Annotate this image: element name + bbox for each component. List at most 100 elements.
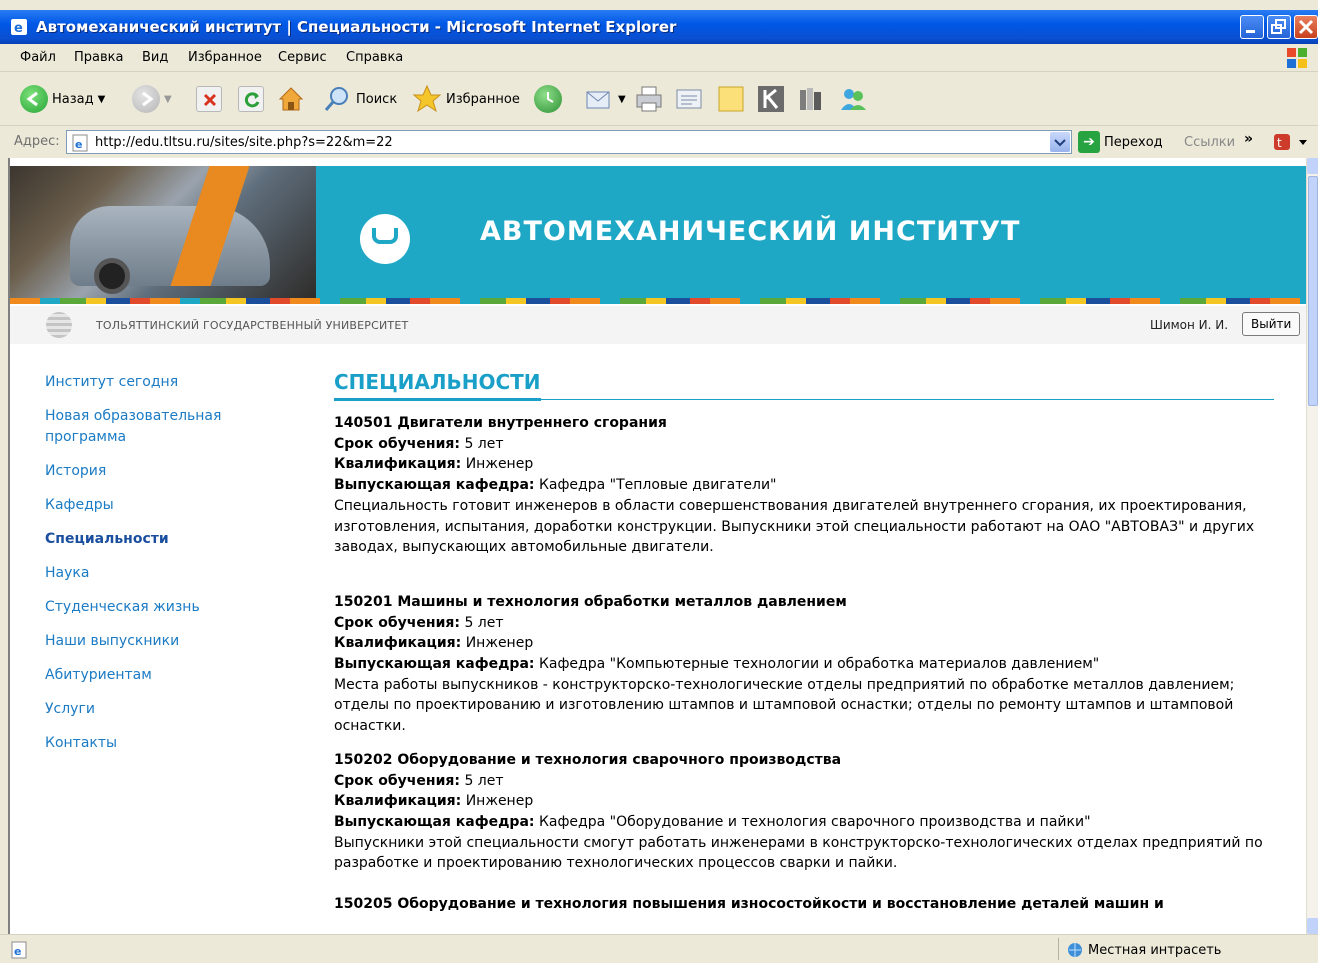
messenger-button[interactable] (838, 84, 868, 114)
window-title: Автомеханический институт | Специальност… (36, 18, 677, 36)
menu-edit[interactable]: Правка (74, 50, 123, 65)
department-value: Кафедра "Оборудование и технология сваро… (538, 813, 1091, 830)
minimize-button[interactable] (1240, 15, 1264, 39)
search-button[interactable]: Поиск (322, 84, 397, 114)
forward-dropdown-icon[interactable]: ▼ (164, 94, 172, 105)
favorites-label: Избранное (446, 91, 520, 107)
university-name: ТОЛЬЯТТИНСКИЙ ГОСУДАРСТВЕННЫЙ УНИВЕРСИТЕ… (96, 319, 409, 332)
specialty-item: 150202 Оборудование и технология сварочн… (334, 750, 1279, 874)
sidebar-item-specialties[interactable]: Специальности (45, 529, 295, 550)
stop-button[interactable] (196, 84, 222, 114)
address-input[interactable]: e http://edu.tltsu.ru/sites/site.php?s=2… (66, 130, 1072, 154)
sidebar-nav: Институт сегодня Новая образовательная п… (45, 372, 295, 767)
menu-help[interactable]: Справка (346, 50, 403, 65)
home-button[interactable] (276, 84, 306, 114)
mail-icon (586, 91, 610, 109)
qualification-label: Квалификация: (334, 635, 462, 652)
menu-view[interactable]: Вид (142, 50, 168, 65)
print-button[interactable] (634, 84, 664, 114)
scroll-thumb[interactable] (1308, 176, 1318, 406)
edit-button[interactable] (674, 84, 704, 114)
scroll-down-icon[interactable] (1307, 918, 1318, 934)
page-title: СПЕЦИАЛЬНОСТИ (334, 370, 541, 401)
k-button[interactable] (756, 84, 786, 114)
site-banner: АВТОМЕХАНИЧЕСКИЙ ИНСТИТУТ (10, 166, 1306, 302)
research-button[interactable] (796, 84, 826, 114)
favorites-button[interactable]: Избранное (412, 84, 520, 114)
go-arrow-icon: ➔ (1078, 131, 1100, 153)
sidebar-item-applicants[interactable]: Абитуриентам (45, 665, 295, 686)
mail-dropdown-icon[interactable]: ▼ (618, 94, 626, 105)
department-value: Кафедра "Тепловые двигатели" (538, 477, 777, 494)
history-button[interactable] (534, 84, 562, 114)
main-content: СПЕЦИАЛЬНОСТИ 140501 Двигатели внутренне… (334, 370, 1279, 915)
qualification-value: Инженер (465, 456, 534, 473)
institute-logo-icon (360, 214, 410, 264)
specialty-description: Выпускники этой специальности смогут раб… (334, 834, 1263, 872)
windows-logo-icon (1287, 48, 1307, 68)
search-label: Поиск (356, 91, 398, 107)
sidebar-item-new-program[interactable]: Новая образовательная программа (45, 406, 255, 448)
star-icon (412, 84, 442, 113)
home-icon (278, 87, 304, 111)
note-icon (718, 86, 744, 112)
department-value: Кафедра "Компьютерные технологии и обраб… (538, 656, 1100, 673)
restore-icon (1271, 19, 1286, 34)
sidebar-item-institute-today[interactable]: Институт сегодня (45, 372, 295, 393)
menu-file[interactable]: Файл (20, 50, 56, 65)
edit-page-icon (676, 89, 702, 109)
qualification-value: Инженер (465, 635, 534, 652)
logout-button[interactable]: Выйти (1242, 312, 1301, 336)
back-button[interactable]: Назад ▼ (20, 84, 105, 114)
print-icon (636, 86, 662, 112)
specialty-title: 150205 Оборудование и технология повышен… (334, 896, 1164, 913)
page-icon: e (72, 134, 88, 152)
duration-label: Срок обучения: (334, 435, 460, 452)
vertical-scrollbar[interactable] (1306, 158, 1318, 934)
close-button[interactable] (1294, 15, 1318, 39)
specialty-description: Специальность готовит инженеров в област… (334, 497, 1255, 556)
links-chevron-icon[interactable]: » (1244, 131, 1253, 147)
status-bar: e Местная интрасеть (0, 934, 1318, 963)
sidebar-item-science[interactable]: Наука (45, 563, 295, 584)
sidebar-item-departments[interactable]: Кафедры (45, 495, 295, 516)
duration-label: Срок обучения: (334, 614, 460, 631)
department-label: Выпускающая кафедра: (334, 656, 535, 673)
k-icon (758, 86, 784, 112)
restore-button[interactable] (1267, 15, 1291, 39)
menu-favorites[interactable]: Избранное (188, 50, 262, 65)
svg-text:e: e (14, 945, 21, 958)
toolbar: Назад ▼ ▼ Поиск Избранное ▼ (0, 72, 1318, 126)
ie-window: e Автомеханический институт | Специально… (0, 0, 1318, 963)
qualification-label: Квалификация: (334, 793, 462, 810)
forward-button[interactable]: ▼ (132, 84, 172, 114)
refresh-button[interactable] (238, 84, 264, 114)
scroll-up-icon[interactable] (1307, 158, 1318, 174)
banner-photo (10, 166, 316, 302)
forward-arrow-icon (132, 85, 160, 113)
links-button[interactable]: Ссылки (1184, 135, 1235, 150)
address-label: Адрес: (14, 134, 60, 149)
sidebar-item-student-life[interactable]: Студенческая жизнь (45, 597, 295, 618)
mail-button[interactable]: ▼ (584, 84, 626, 114)
qualification-label: Квалификация: (334, 456, 462, 473)
university-bar: ТОЛЬЯТТИНСКИЙ ГОСУДАРСТВЕННЫЙ УНИВЕРСИТЕ… (10, 306, 1306, 344)
sidebar-item-graduates[interactable]: Наши выпускники (45, 631, 295, 652)
back-dropdown-icon[interactable]: ▼ (98, 94, 106, 105)
duration-value: 5 лет (464, 435, 504, 452)
menu-tools[interactable]: Сервис (278, 50, 327, 65)
address-dropdown-icon[interactable] (1050, 132, 1070, 152)
go-button[interactable]: ➔ Переход (1078, 131, 1163, 153)
sidebar-item-history[interactable]: История (45, 461, 295, 482)
sidebar-item-services[interactable]: Услуги (45, 699, 295, 720)
discuss-button[interactable] (716, 84, 746, 114)
sidebar-item-contacts[interactable]: Контакты (45, 733, 295, 754)
translate-icon[interactable]: t (1272, 132, 1312, 154)
intranet-icon (1068, 943, 1082, 957)
specialty-title: 140501 Двигатели внутреннего сгорания (334, 415, 667, 431)
university-logo-icon (46, 312, 72, 338)
duration-value: 5 лет (464, 614, 504, 631)
back-arrow-icon (20, 85, 48, 113)
title-bar[interactable]: e Автомеханический институт | Специально… (0, 10, 1318, 44)
specialty-item: 150201 Машины и технология обработки мет… (334, 592, 1279, 737)
